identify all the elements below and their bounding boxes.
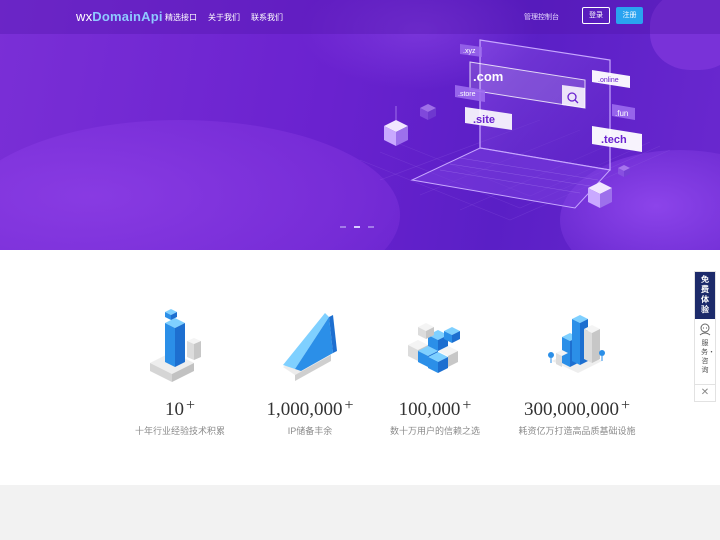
svg-text:.fun: .fun [615, 109, 628, 118]
logo-prefix: wx [76, 9, 93, 24]
features-section: 10 + 十年行业经验技术积累 1,000,000 + IP储备丰余 100,0… [0, 250, 720, 485]
carousel-dot[interactable] [368, 226, 374, 228]
laptop-domain-illustration: .xyz .com .store .site .online .fun .tec… [359, 39, 671, 221]
nav-link-contact-us[interactable]: 联系我们 [251, 12, 283, 23]
site-logo[interactable]: wxDomainApi [76, 9, 163, 24]
carousel-dots [340, 215, 382, 233]
users-blocks-icon [408, 323, 460, 373]
svg-text:.site: .site [473, 114, 495, 126]
feature-number: 300,000,000 + [523, 397, 631, 420]
feature-users: 100,000 + 数十万用户的信赖之选 [355, 305, 515, 437]
feature-infrastructure: 300,000,000 + 耗资亿万打造高品质基础设施 [497, 305, 657, 437]
console-link[interactable]: 管理控制台 [524, 12, 559, 22]
register-button[interactable]: 注册 [616, 7, 643, 24]
next-section-background [0, 485, 720, 540]
free-trial-button[interactable]: 免费体验 [695, 272, 715, 319]
carousel-dot[interactable] [354, 226, 360, 228]
feature-description: 数十万用户的信赖之选 [389, 426, 480, 436]
feature-description: 耗资亿万打造高品质基础设施 [518, 426, 636, 436]
svg-text:.store: .store [458, 91, 476, 98]
ip-reserve-icon [283, 313, 337, 381]
svg-text:.tech: .tech [601, 134, 627, 146]
nav-link-featured-apis[interactable]: 精选接口 [165, 12, 197, 23]
feature-number: 100,000 + [398, 397, 472, 420]
service-consult-button[interactable]: 服务・咨询 [695, 319, 715, 375]
side-support-widget: 免费体验 服务・咨询 ✕ [694, 271, 716, 402]
top-navbar: wxDomainApi 精选接口 关于我们 联系我们 管理控制台 登录 注册 [0, 0, 720, 34]
login-button[interactable]: 登录 [582, 7, 610, 24]
svg-text:.xyz: .xyz [463, 48, 476, 55]
customer-service-icon [699, 323, 711, 336]
close-icon[interactable]: ✕ [695, 384, 715, 401]
nav-link-about-us[interactable]: 关于我们 [208, 12, 240, 23]
experience-icon [150, 309, 201, 382]
svg-text:.online: .online [598, 77, 619, 84]
carousel-dot[interactable] [340, 226, 346, 228]
hero-banner: .xyz .com .store .site .online .fun .tec… [0, 0, 720, 250]
svg-text:.com: .com [473, 69, 503, 84]
logo-brand: DomainApi [92, 9, 163, 24]
infrastructure-buildings-icon [548, 315, 605, 373]
